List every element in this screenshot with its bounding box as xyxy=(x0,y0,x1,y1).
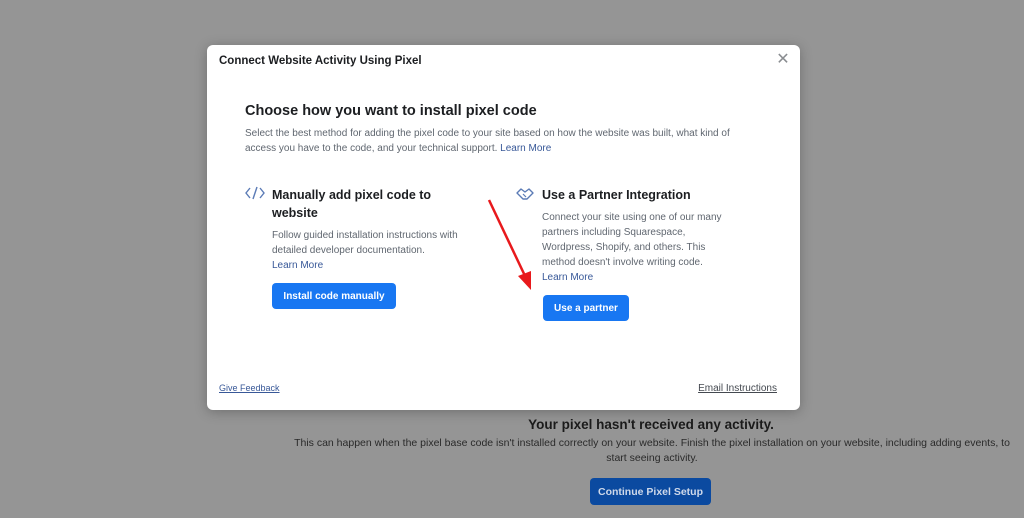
handshake-icon xyxy=(515,186,535,202)
pixel-status-description: This can happen when the pixel base code… xyxy=(294,437,1010,464)
partner-option-description: Connect your site using one of our many … xyxy=(542,210,737,285)
install-code-manually-button[interactable]: Install code manually xyxy=(272,283,396,309)
partner-option-text: Connect your site using one of our many … xyxy=(542,212,722,268)
give-feedback-link[interactable]: Give Feedback xyxy=(219,383,280,393)
partner-learn-more-link[interactable]: Learn More xyxy=(542,272,593,283)
manual-option-title: Manually add pixel code to website xyxy=(272,188,432,220)
use-a-partner-button[interactable]: Use a partner xyxy=(543,295,629,321)
intro-text: Select the best method for adding the pi… xyxy=(245,126,760,156)
pixel-status-title: Your pixel hasn't received any activity. xyxy=(528,417,774,432)
manual-option-description: Follow guided installation instructions … xyxy=(272,228,462,273)
continue-pixel-setup-button[interactable]: Continue Pixel Setup xyxy=(590,478,711,505)
code-icon xyxy=(245,186,265,202)
partner-option-title: Use a Partner Integration xyxy=(542,188,691,202)
intro-learn-more-link[interactable]: Learn More xyxy=(500,143,551,154)
page-title: Choose how you want to install pixel cod… xyxy=(245,103,537,119)
manual-option-text: Follow guided installation instructions … xyxy=(272,230,458,256)
manual-learn-more-link[interactable]: Learn More xyxy=(272,260,323,271)
dialog-title: Connect Website Activity Using Pixel xyxy=(219,55,422,67)
install-pixel-dialog: Connect Website Activity Using Pixel ✕ C… xyxy=(207,45,800,410)
intro-description: Select the best method for adding the pi… xyxy=(245,128,730,154)
close-icon[interactable]: ✕ xyxy=(774,51,792,69)
email-instructions-link[interactable]: Email Instructions xyxy=(698,383,777,394)
